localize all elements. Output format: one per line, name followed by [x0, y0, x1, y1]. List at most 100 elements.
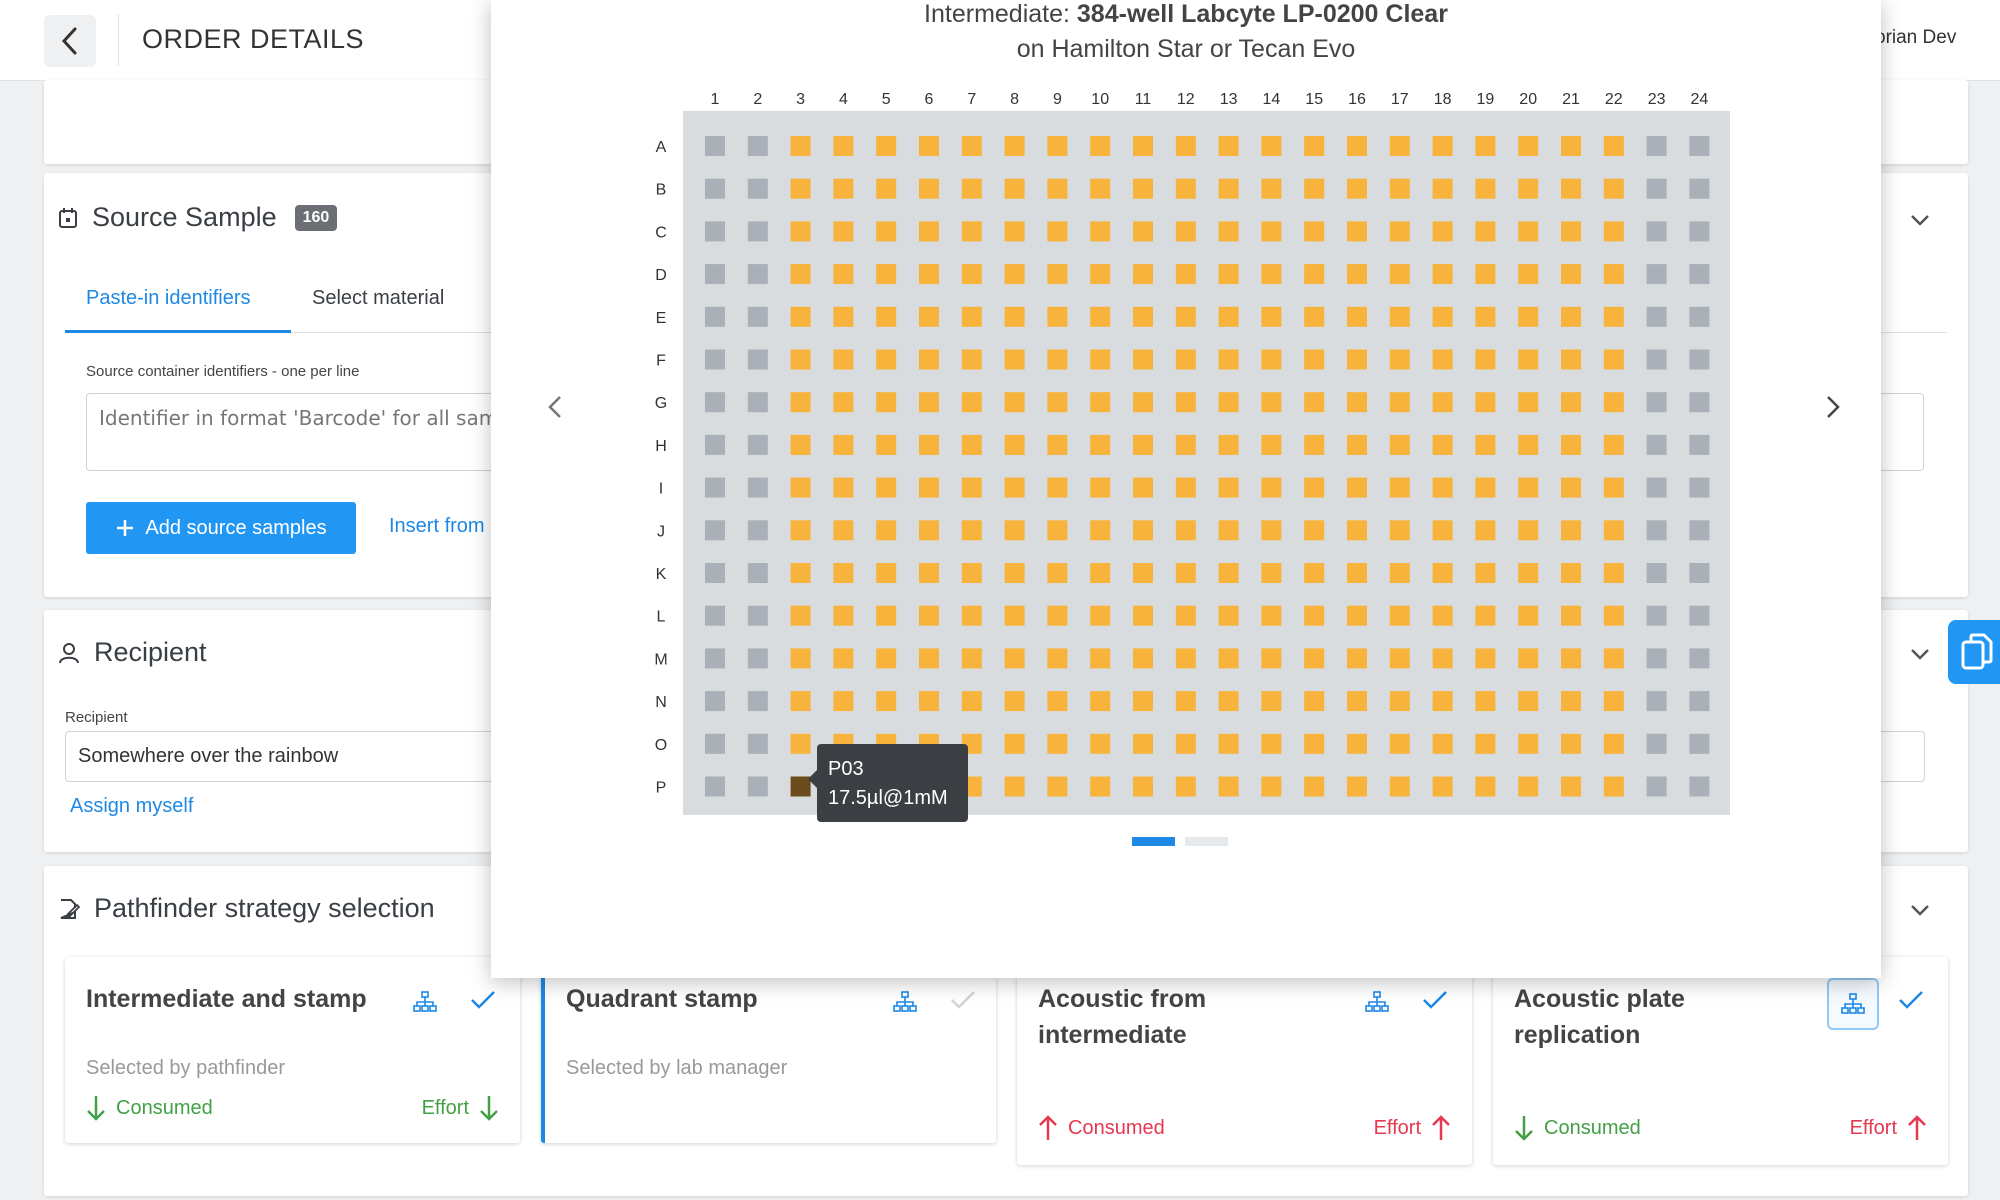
- well-P12[interactable]: [1175, 776, 1196, 797]
- well-E19[interactable]: [1475, 306, 1496, 327]
- insert-from-link[interactable]: Insert from: [389, 515, 485, 538]
- well-L01[interactable]: [705, 605, 725, 626]
- well-B19[interactable]: [1475, 178, 1496, 199]
- well-N23[interactable]: [1646, 691, 1667, 712]
- well-H03[interactable]: [790, 434, 811, 455]
- well-M04[interactable]: [833, 648, 854, 669]
- well-M18[interactable]: [1432, 648, 1453, 669]
- well-C09[interactable]: [1047, 221, 1068, 242]
- well-L06[interactable]: [919, 605, 939, 626]
- well-D24[interactable]: [1689, 264, 1710, 285]
- well-O22[interactable]: [1603, 733, 1624, 754]
- well-G19[interactable]: [1475, 392, 1496, 413]
- well-M16[interactable]: [1347, 648, 1367, 669]
- well-M23[interactable]: [1646, 648, 1667, 669]
- well-D17[interactable]: [1389, 264, 1410, 285]
- well-G22[interactable]: [1603, 392, 1624, 413]
- well-J15[interactable]: [1304, 520, 1325, 541]
- well-N03[interactable]: [790, 691, 811, 712]
- well-I08[interactable]: [1004, 477, 1025, 498]
- well-N17[interactable]: [1389, 691, 1410, 712]
- well-N22[interactable]: [1603, 691, 1624, 712]
- well-O15[interactable]: [1304, 733, 1325, 754]
- chevron-down-icon[interactable]: [1908, 208, 1932, 232]
- well-O18[interactable]: [1432, 733, 1453, 754]
- well-P08[interactable]: [1004, 776, 1025, 797]
- well-P01[interactable]: [705, 776, 725, 797]
- well-B20[interactable]: [1518, 178, 1539, 199]
- well-D16[interactable]: [1347, 264, 1367, 285]
- well-B10[interactable]: [1090, 178, 1111, 199]
- well-A01[interactable]: [705, 136, 725, 156]
- well-C05[interactable]: [876, 221, 897, 242]
- well-J23[interactable]: [1646, 520, 1667, 541]
- well-F18[interactable]: [1432, 349, 1453, 370]
- well-K08[interactable]: [1004, 563, 1025, 583]
- well-I19[interactable]: [1475, 477, 1496, 498]
- well-M12[interactable]: [1175, 648, 1196, 669]
- well-M07[interactable]: [961, 648, 982, 669]
- well-A06[interactable]: [919, 136, 939, 156]
- well-M02[interactable]: [747, 648, 768, 669]
- well-L05[interactable]: [876, 605, 897, 626]
- well-A03[interactable]: [790, 136, 811, 156]
- well-B17[interactable]: [1389, 178, 1410, 199]
- well-M17[interactable]: [1389, 648, 1410, 669]
- well-J10[interactable]: [1090, 520, 1111, 541]
- well-B16[interactable]: [1347, 178, 1367, 199]
- well-N07[interactable]: [961, 691, 982, 712]
- well-K22[interactable]: [1603, 563, 1624, 583]
- well-J01[interactable]: [705, 520, 725, 541]
- well-I06[interactable]: [919, 477, 939, 498]
- well-G18[interactable]: [1432, 392, 1453, 413]
- well-O13[interactable]: [1218, 733, 1239, 754]
- well-A17[interactable]: [1389, 136, 1410, 156]
- network-icon[interactable]: [412, 989, 438, 1015]
- well-I03[interactable]: [790, 477, 811, 498]
- well-L16[interactable]: [1347, 605, 1367, 626]
- well-E20[interactable]: [1518, 306, 1539, 327]
- well-G06[interactable]: [919, 392, 939, 413]
- well-F06[interactable]: [919, 349, 939, 370]
- well-N10[interactable]: [1090, 691, 1111, 712]
- well-D03[interactable]: [790, 264, 811, 285]
- well-A09[interactable]: [1047, 136, 1068, 156]
- well-C21[interactable]: [1561, 221, 1581, 242]
- well-H10[interactable]: [1090, 434, 1111, 455]
- well-L09[interactable]: [1047, 605, 1068, 626]
- well-C10[interactable]: [1090, 221, 1111, 242]
- well-J19[interactable]: [1475, 520, 1496, 541]
- well-I20[interactable]: [1518, 477, 1539, 498]
- well-F05[interactable]: [876, 349, 897, 370]
- well-H06[interactable]: [919, 434, 939, 455]
- user-name[interactable]: orian Dev: [1875, 27, 1956, 49]
- well-B08[interactable]: [1004, 178, 1025, 199]
- well-O21[interactable]: [1561, 733, 1581, 754]
- well-E11[interactable]: [1133, 306, 1153, 327]
- well-L11[interactable]: [1133, 605, 1153, 626]
- strategy-card-intermediate-and-stamp[interactable]: Intermediate and stamp Selected by pathf…: [65, 957, 520, 1143]
- well-H22[interactable]: [1603, 434, 1624, 455]
- well-F17[interactable]: [1389, 349, 1410, 370]
- well-O03[interactable]: [790, 733, 811, 754]
- well-B14[interactable]: [1261, 178, 1282, 199]
- chevron-down-icon[interactable]: [1908, 898, 1932, 922]
- well-L12[interactable]: [1175, 605, 1196, 626]
- well-H04[interactable]: [833, 434, 854, 455]
- well-E04[interactable]: [833, 306, 854, 327]
- chevron-down-icon[interactable]: [1908, 642, 1932, 666]
- well-C14[interactable]: [1261, 221, 1282, 242]
- well-K04[interactable]: [833, 563, 854, 583]
- well-J05[interactable]: [876, 520, 897, 541]
- well-N05[interactable]: [876, 691, 897, 712]
- well-L02[interactable]: [747, 605, 768, 626]
- carousel-dot-1[interactable]: [1132, 837, 1175, 846]
- well-H13[interactable]: [1218, 434, 1239, 455]
- well-B02[interactable]: [747, 178, 768, 199]
- copy-button[interactable]: [1948, 620, 2000, 684]
- well-A14[interactable]: [1261, 136, 1282, 156]
- well-M22[interactable]: [1603, 648, 1624, 669]
- well-K19[interactable]: [1475, 563, 1496, 583]
- well-F12[interactable]: [1175, 349, 1196, 370]
- well-L20[interactable]: [1518, 605, 1539, 626]
